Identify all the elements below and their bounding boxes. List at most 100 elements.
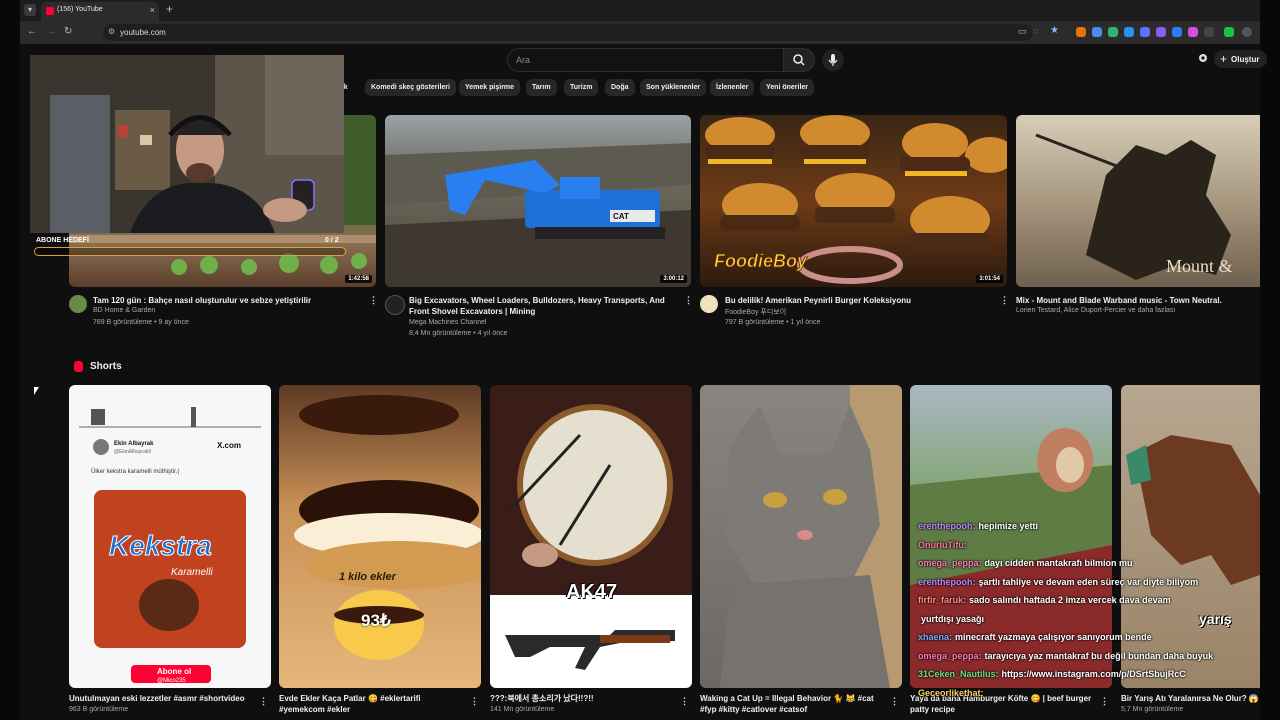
search-icon [793,54,805,66]
channel-name[interactable]: Lorien Testard, Alice Duport-Percier ve … [1016,307,1175,314]
create-label: Oluştur [1231,55,1260,64]
channel-avatar[interactable] [69,295,87,313]
profile-icon[interactable] [1242,27,1252,37]
eye-off-icon[interactable]: ◌ [1033,26,1038,36]
extensions-puzzle-icon[interactable] [1204,27,1214,37]
channel-avatar[interactable] [385,295,405,315]
extension-icon-2[interactable] [1092,27,1102,37]
extension-icon-9[interactable] [1224,27,1234,37]
microphone-icon [828,54,838,66]
short-title[interactable]: Evde Ekler Kaça Patlar 😋 #eklertarifi #y… [279,693,464,715]
forward-icon[interactable]: → [46,26,56,37]
more-options-icon[interactable]: ⋮ [684,295,693,306]
create-button[interactable]: + Oluştur [1214,50,1268,68]
more-options-icon[interactable]: ⋮ [369,295,378,306]
extension-icon-3[interactable] [1108,27,1118,37]
tweet-site: X.com [217,441,242,450]
tweet-user: Ekin Albayrak [114,441,154,447]
video-duration: 1:42:58 [345,275,372,283]
search-button[interactable] [783,48,815,72]
install-icon[interactable]: ▭ [1018,26,1027,37]
chip-recently-uploaded[interactable]: Son yüklenenler [640,79,707,96]
subscribe-handle: @Mico235 [157,678,186,684]
more-options-icon[interactable]: ⋮ [259,696,268,707]
tab-close-icon[interactable]: × [150,5,155,15]
chat-text: sado salındı haftada 2 imza vercek dava … [969,595,1171,605]
url-field[interactable]: ⚙ youtube.com [103,24,1033,41]
short-title[interactable]: ???:북에서 총소리가 났다!!?!! [490,693,675,704]
video-duration: 3:01:54 [976,275,1003,283]
chat-user: firfir_faruk: [918,595,967,605]
extension-icon-4[interactable] [1124,27,1134,37]
extension-icon-1[interactable] [1076,27,1086,37]
short-views: 963 B görüntüleme [69,706,129,713]
video-title[interactable]: Tam 120 gün : Bahçe nasıl oluşturulur ve… [93,295,363,306]
chat-message: Geceorlikethat: [918,684,1260,703]
browser-tab-youtube[interactable]: (156) YouTube × [41,2,159,21]
short-thumbnail[interactable] [700,385,902,688]
kekstra-brand: Kekstra [109,530,212,561]
short-thumbnail[interactable]: 1 kilo ekler 93₺ [279,385,481,688]
chat-user: omega_peppa: [918,558,982,568]
voice-search-button[interactable] [822,49,844,71]
short-thumbnail[interactable]: Kekstra Karamelli Abone ol @Mico235 Ekin… [69,385,271,688]
chip-tourism[interactable]: Turizm [564,79,599,96]
chip-watched[interactable]: İzlenenler [710,79,755,96]
search-input[interactable] [514,52,768,68]
new-tab-button[interactable]: + [166,2,173,16]
site-info-icon[interactable]: ⚙ [108,27,115,36]
chat-user: OnurluTifu: [918,539,967,550]
chat-message: OnurluTifu: [918,536,1260,555]
streamer-camera-image [30,55,344,233]
chat-user: erenthepooh: [918,521,976,531]
more-options-icon[interactable]: ⋮ [470,696,479,707]
short-title[interactable]: Waking a Cat Up = Illegal Behavior 🐈 😹 #… [700,693,880,715]
chip-new-recommendations[interactable]: Yeni öneriler [760,79,815,96]
tab-title: (156) YouTube [57,6,103,13]
youtube-favicon-icon [46,7,54,15]
search-box[interactable] [507,48,785,72]
channel-name[interactable]: FoodieBoy 푸디보이 [725,307,786,317]
video-thumbnail[interactable]: CAT 3:00:12 [385,115,691,287]
bookmark-star-icon[interactable]: ★ [1050,25,1059,36]
more-options-icon[interactable]: ⋮ [680,696,689,707]
extension-icon-6[interactable] [1156,27,1166,37]
video-thumbnail[interactable]: FoodieBoy 3:01:54 [700,115,1007,287]
short-thumbnail[interactable]: AK47 [490,385,692,688]
channel-name[interactable]: BD Home & Garden [93,307,155,314]
chat-message: 31Ceken_Nautilus: https://www.instagram.c… [918,665,1260,684]
reload-icon[interactable]: ↻ [64,26,72,37]
left-margin [0,0,20,720]
chip-cooking[interactable]: Yemek pişirme [459,79,521,96]
chat-message: omega_peppa: tarayıcıya yaz mantakraf bu … [918,647,1260,666]
tab-list-button[interactable]: ▾ [24,4,36,16]
more-options-icon[interactable]: ⋮ [890,696,899,707]
channel-name[interactable]: Mega Machines Channel [409,319,486,326]
video-thumbnail[interactable]: Mount & [1016,115,1260,287]
short-views: 141 Mn görüntüleme [490,706,555,713]
video-stats: 797 B görüntüleme • 1 yıl önce [725,319,821,326]
chip-comedy-sketches[interactable]: Komedi skeç gösterileri [365,79,456,96]
video-upload-icon[interactable] [1198,53,1208,63]
more-options-icon[interactable]: ⋮ [1000,295,1009,306]
chat-message: yurtdışı yasağı [918,610,1260,629]
chip-nature[interactable]: Doğa [605,79,635,96]
extension-icon-7[interactable] [1172,27,1182,37]
stream-chat-overlay: erenthepooh: hepimize yetti OnurluTifu: o… [918,517,1260,702]
eclair-price-label: 1 kilo ekler [339,571,396,583]
subscribe-label: Abone ol [157,667,191,676]
extension-icon-5[interactable] [1140,27,1150,37]
extension-icon-8[interactable] [1188,27,1198,37]
channel-avatar[interactable] [700,295,718,313]
chat-message: omega_peppa: dayı cidden mantakrafı bilmi… [918,554,1260,573]
video-title[interactable]: Bu delilik! Amerikan Peynirli Burger Kol… [725,295,995,306]
video-title[interactable]: Big Excavators, Wheel Loaders, Bulldozer… [409,295,679,317]
chat-message: erenthepooh: hepimize yetti [918,517,1260,536]
video-stats: 8,4 Mn görüntüleme • 4 yıl önce [409,330,508,337]
url-text: youtube.com [120,28,166,37]
back-icon[interactable]: ← [27,26,37,37]
chat-text: tarayıcıya yaz mantakraf bu değil bundan… [984,650,1214,661]
short-title[interactable]: Unutulmayan eski lezzetler #asmr #shortv… [69,693,254,704]
chip-farming[interactable]: Tarım [526,79,557,96]
video-title[interactable]: Mix - Mount and Blade Warband music - To… [1016,295,1256,306]
